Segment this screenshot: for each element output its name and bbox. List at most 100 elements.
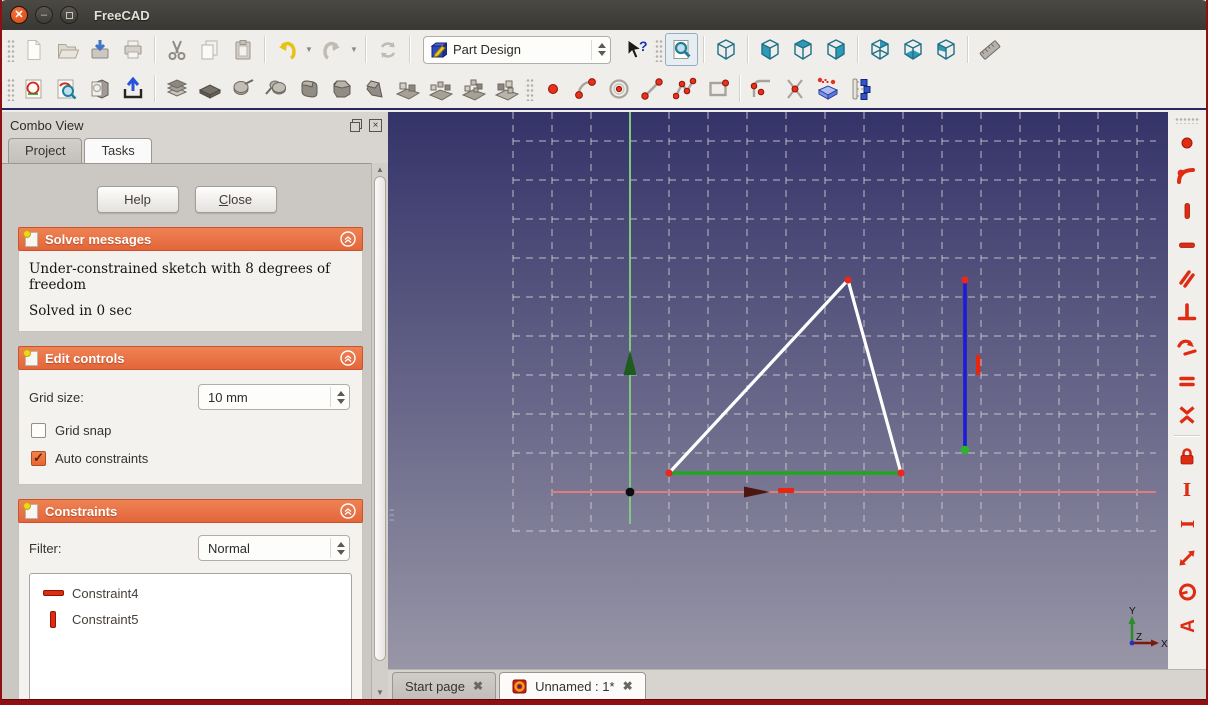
open-file-button[interactable] [50,33,83,66]
sketch-vertex[interactable] [961,276,969,284]
scroll-up-arrow[interactable]: ▲ [372,165,388,174]
constraint-tangent-button[interactable] [1172,332,1202,362]
constraints-list[interactable]: Constraint4 Constraint5 [29,573,352,699]
constraint-radius-button[interactable] [1172,577,1202,607]
polar-pattern-button[interactable] [457,72,490,105]
constraint-angle-button[interactable]: A [1172,611,1202,641]
panel-float-icon[interactable] [349,118,363,132]
view-top-button[interactable] [786,33,819,66]
sketch-trim-button[interactable] [778,72,811,105]
origin-point[interactable] [625,487,635,497]
sketch-circle-button[interactable] [602,72,635,105]
3d-viewport[interactable]: Y X Z [388,112,1168,669]
pocket-button[interactable] [193,72,226,105]
linear-pattern-button[interactable] [424,72,457,105]
fit-all-button[interactable] [665,33,698,66]
window-minimize-button[interactable]: – [35,6,53,24]
paste-button[interactable] [226,33,259,66]
viewport-background[interactable] [388,112,1168,669]
collapse-icon[interactable] [340,350,356,366]
constraint-filter-select[interactable]: Normal [198,535,350,561]
constraint-coincident-button[interactable] [1172,128,1202,158]
horizontal-constraint-marker[interactable] [778,488,794,493]
fillet-button[interactable] [292,72,325,105]
sketch-vertex-selected[interactable] [960,445,970,455]
leave-sketch-button[interactable] [116,72,149,105]
refresh-button[interactable] [371,33,404,66]
constraint-perpendicular-button[interactable] [1172,298,1202,328]
tab-tasks[interactable]: Tasks [84,138,152,163]
close-button[interactable]: Close [194,186,277,213]
scrollbar-thumb[interactable] [374,176,386,661]
sketch-fillet-button[interactable] [745,72,778,105]
constraint-vertical-button[interactable] [1172,196,1202,226]
constraint-lock-button[interactable] [1172,441,1202,471]
view-rear-button[interactable] [863,33,896,66]
sketch-line-button[interactable] [635,72,668,105]
toolbar-grip[interactable] [6,37,15,62]
redo-dropdown-arrow[interactable]: ▼ [348,35,360,65]
groove-button[interactable] [259,72,292,105]
constraint-point-on-object-button[interactable] [1172,162,1202,192]
mirrored-button[interactable] [391,72,424,105]
constraint-equal-button[interactable] [1172,366,1202,396]
tab-project[interactable]: Project [8,138,83,163]
edit-sketch-button[interactable] [50,72,83,105]
scroll-down-arrow[interactable]: ▼ [372,688,388,697]
constraint-horizontal-button[interactable] [1172,230,1202,260]
sketch-point-button[interactable] [536,72,569,105]
sketch-vertex[interactable] [844,276,852,284]
copy-button[interactable] [193,33,226,66]
sketch-polyline-button[interactable] [668,72,701,105]
draft-button[interactable] [358,72,391,105]
constraint-parallel-button[interactable] [1172,264,1202,294]
whats-this-button[interactable]: ? [619,33,652,66]
toolbar-grip[interactable] [654,37,663,62]
window-maximize-button[interactable] [60,6,78,24]
sketch-arc-button[interactable] [569,72,602,105]
print-button[interactable] [116,33,149,66]
sketch-reorient-button[interactable] [844,72,877,105]
measure-distance-button[interactable] [973,33,1006,66]
revolution-button[interactable] [226,72,259,105]
toolbar-grip[interactable] [1174,116,1200,124]
list-item-constraint5[interactable]: Constraint5 [30,606,351,632]
map-sketch-button[interactable] [811,72,844,105]
new-file-button[interactable] [17,33,50,66]
pad-button[interactable] [160,72,193,105]
constraint-distance-y-button[interactable]: I [1172,475,1202,505]
save-file-button[interactable] [83,33,116,66]
collapse-icon[interactable] [340,231,356,247]
grid-snap-checkbox[interactable] [31,423,46,438]
sketch-vertex[interactable] [897,469,905,477]
view-axonometric-button[interactable] [709,33,742,66]
constraint-distance-x-button[interactable]: I [1172,509,1202,539]
toolbar-grip[interactable] [525,76,534,101]
tab-start-page[interactable]: Start page ✖ [392,672,497,699]
view-right-button[interactable] [819,33,852,66]
workbench-selector[interactable]: Part Design [423,35,611,64]
tab-close-icon[interactable]: ✖ [473,679,483,693]
redo-button[interactable] [315,33,348,66]
auto-constraints-checkbox[interactable] [31,450,46,466]
sketch-rectangle-button[interactable] [701,72,734,105]
view-sketch-button[interactable] [83,72,116,105]
constraint-symmetric-button[interactable] [1172,400,1202,430]
workbench-selector-arrows[interactable] [591,39,606,60]
panel-close-icon[interactable]: × [369,118,382,132]
undo-dropdown-arrow[interactable]: ▼ [303,35,315,65]
chamfer-button[interactable] [325,72,358,105]
tasks-scrollbar[interactable]: ▲ ▼ [371,163,388,699]
view-bottom-button[interactable] [896,33,929,66]
sketch-vertex[interactable] [665,469,673,477]
toolbar-grip[interactable] [6,76,15,101]
vertical-constraint-marker[interactable] [976,355,981,375]
undo-button[interactable] [270,33,303,66]
view-left-button[interactable] [929,33,962,66]
grid-size-spinbox[interactable]: 10 mm [198,384,350,410]
tab-close-icon[interactable]: ✖ [623,679,633,693]
multitransform-button[interactable] [490,72,523,105]
view-front-button[interactable] [753,33,786,66]
window-close-button[interactable]: ✕ [10,6,28,24]
collapse-icon[interactable] [340,503,356,519]
